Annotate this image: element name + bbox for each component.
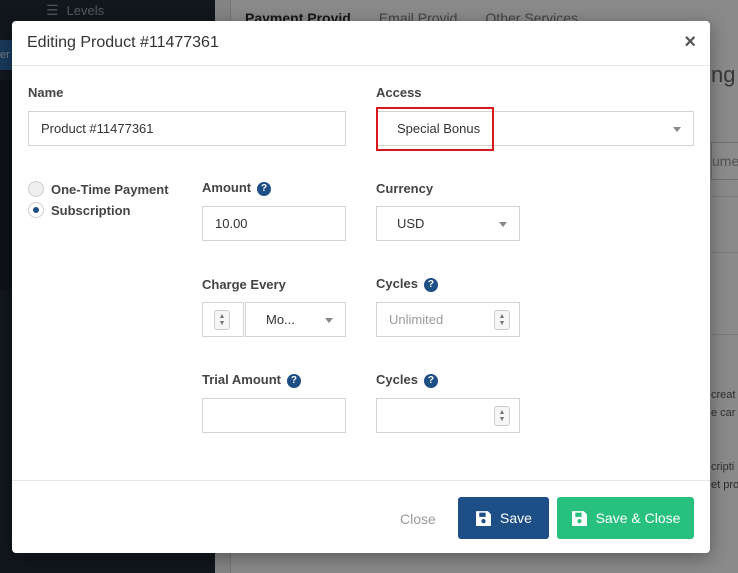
modal-footer: Close Save Save & Close <box>12 480 710 553</box>
floppy-disk-icon <box>476 510 491 526</box>
radio-label: Subscription <box>51 202 131 218</box>
currency-label: Currency <box>376 181 434 196</box>
access-select[interactable]: Special Bonus <box>376 111 694 146</box>
save-button[interactable]: Save <box>458 497 549 539</box>
help-icon[interactable]: ? <box>423 374 438 388</box>
trial-amount-input[interactable] <box>202 398 346 433</box>
cycles-field-wrap: ▲▼ <box>376 302 520 337</box>
help-icon[interactable]: ? <box>423 278 438 292</box>
chevron-down-icon <box>673 126 681 132</box>
name-input[interactable] <box>28 111 346 146</box>
charge-every-unit-value: Mo... <box>266 312 295 327</box>
access-selected-value: Special Bonus <box>397 121 481 136</box>
amount-input[interactable] <box>202 206 346 241</box>
trial-amount-label: Trial Amount? <box>202 372 301 388</box>
charge-every-label: Charge Every <box>202 277 286 292</box>
radio-checked-icon <box>28 202 44 218</box>
save-and-close-button[interactable]: Save & Close <box>557 497 694 539</box>
currency-selected-value: USD <box>397 216 425 231</box>
cycles-label-text: Cycles <box>376 276 418 291</box>
close-button[interactable]: Close <box>400 511 436 527</box>
edit-product-modal: Editing Product #11477361 × Name Access … <box>12 21 710 553</box>
chevron-down-icon <box>325 317 333 323</box>
modal-title: Editing Product #11477361 <box>27 34 219 51</box>
modal-header: Editing Product #11477361 × <box>12 21 710 66</box>
cycles-label: Cycles? <box>376 276 438 292</box>
chevron-down-icon <box>499 221 507 227</box>
help-icon[interactable]: ? <box>257 182 272 196</box>
name-label: Name <box>28 85 64 100</box>
radio-subscription[interactable]: Subscription <box>28 202 130 218</box>
access-label: Access <box>376 85 422 100</box>
trial-cycles-field-wrap: ▲ ▼ <box>376 398 520 433</box>
spinner-icon[interactable]: ▲ ▼ <box>214 309 230 330</box>
spinner-icon[interactable]: ▲ ▼ <box>494 405 510 426</box>
radio-one-time-payment[interactable]: One-Time Payment <box>28 181 169 197</box>
trial-cycles-label: Cycles? <box>376 372 438 388</box>
charge-every-stepper[interactable]: ▲ ▼ <box>202 302 244 337</box>
floppy-disk-icon <box>571 510 587 526</box>
charge-every-unit-select[interactable]: Mo... <box>245 302 346 337</box>
amount-label-text: Amount <box>202 180 252 195</box>
spinner-icon[interactable]: ▲ ▼ <box>494 309 510 330</box>
save-and-close-button-label: Save & Close <box>595 510 681 526</box>
radio-label: One-Time Payment <box>51 181 169 197</box>
save-button-label: Save <box>500 510 532 526</box>
amount-label: Amount? <box>202 180 272 196</box>
close-icon[interactable]: × <box>684 32 696 52</box>
radio-circle-icon <box>28 181 44 197</box>
trial-cycles-label-text: Cycles <box>376 372 418 387</box>
trial-amount-label-text: Trial Amount <box>202 372 281 387</box>
help-icon[interactable]: ? <box>286 374 301 388</box>
currency-select[interactable]: USD <box>376 206 520 241</box>
